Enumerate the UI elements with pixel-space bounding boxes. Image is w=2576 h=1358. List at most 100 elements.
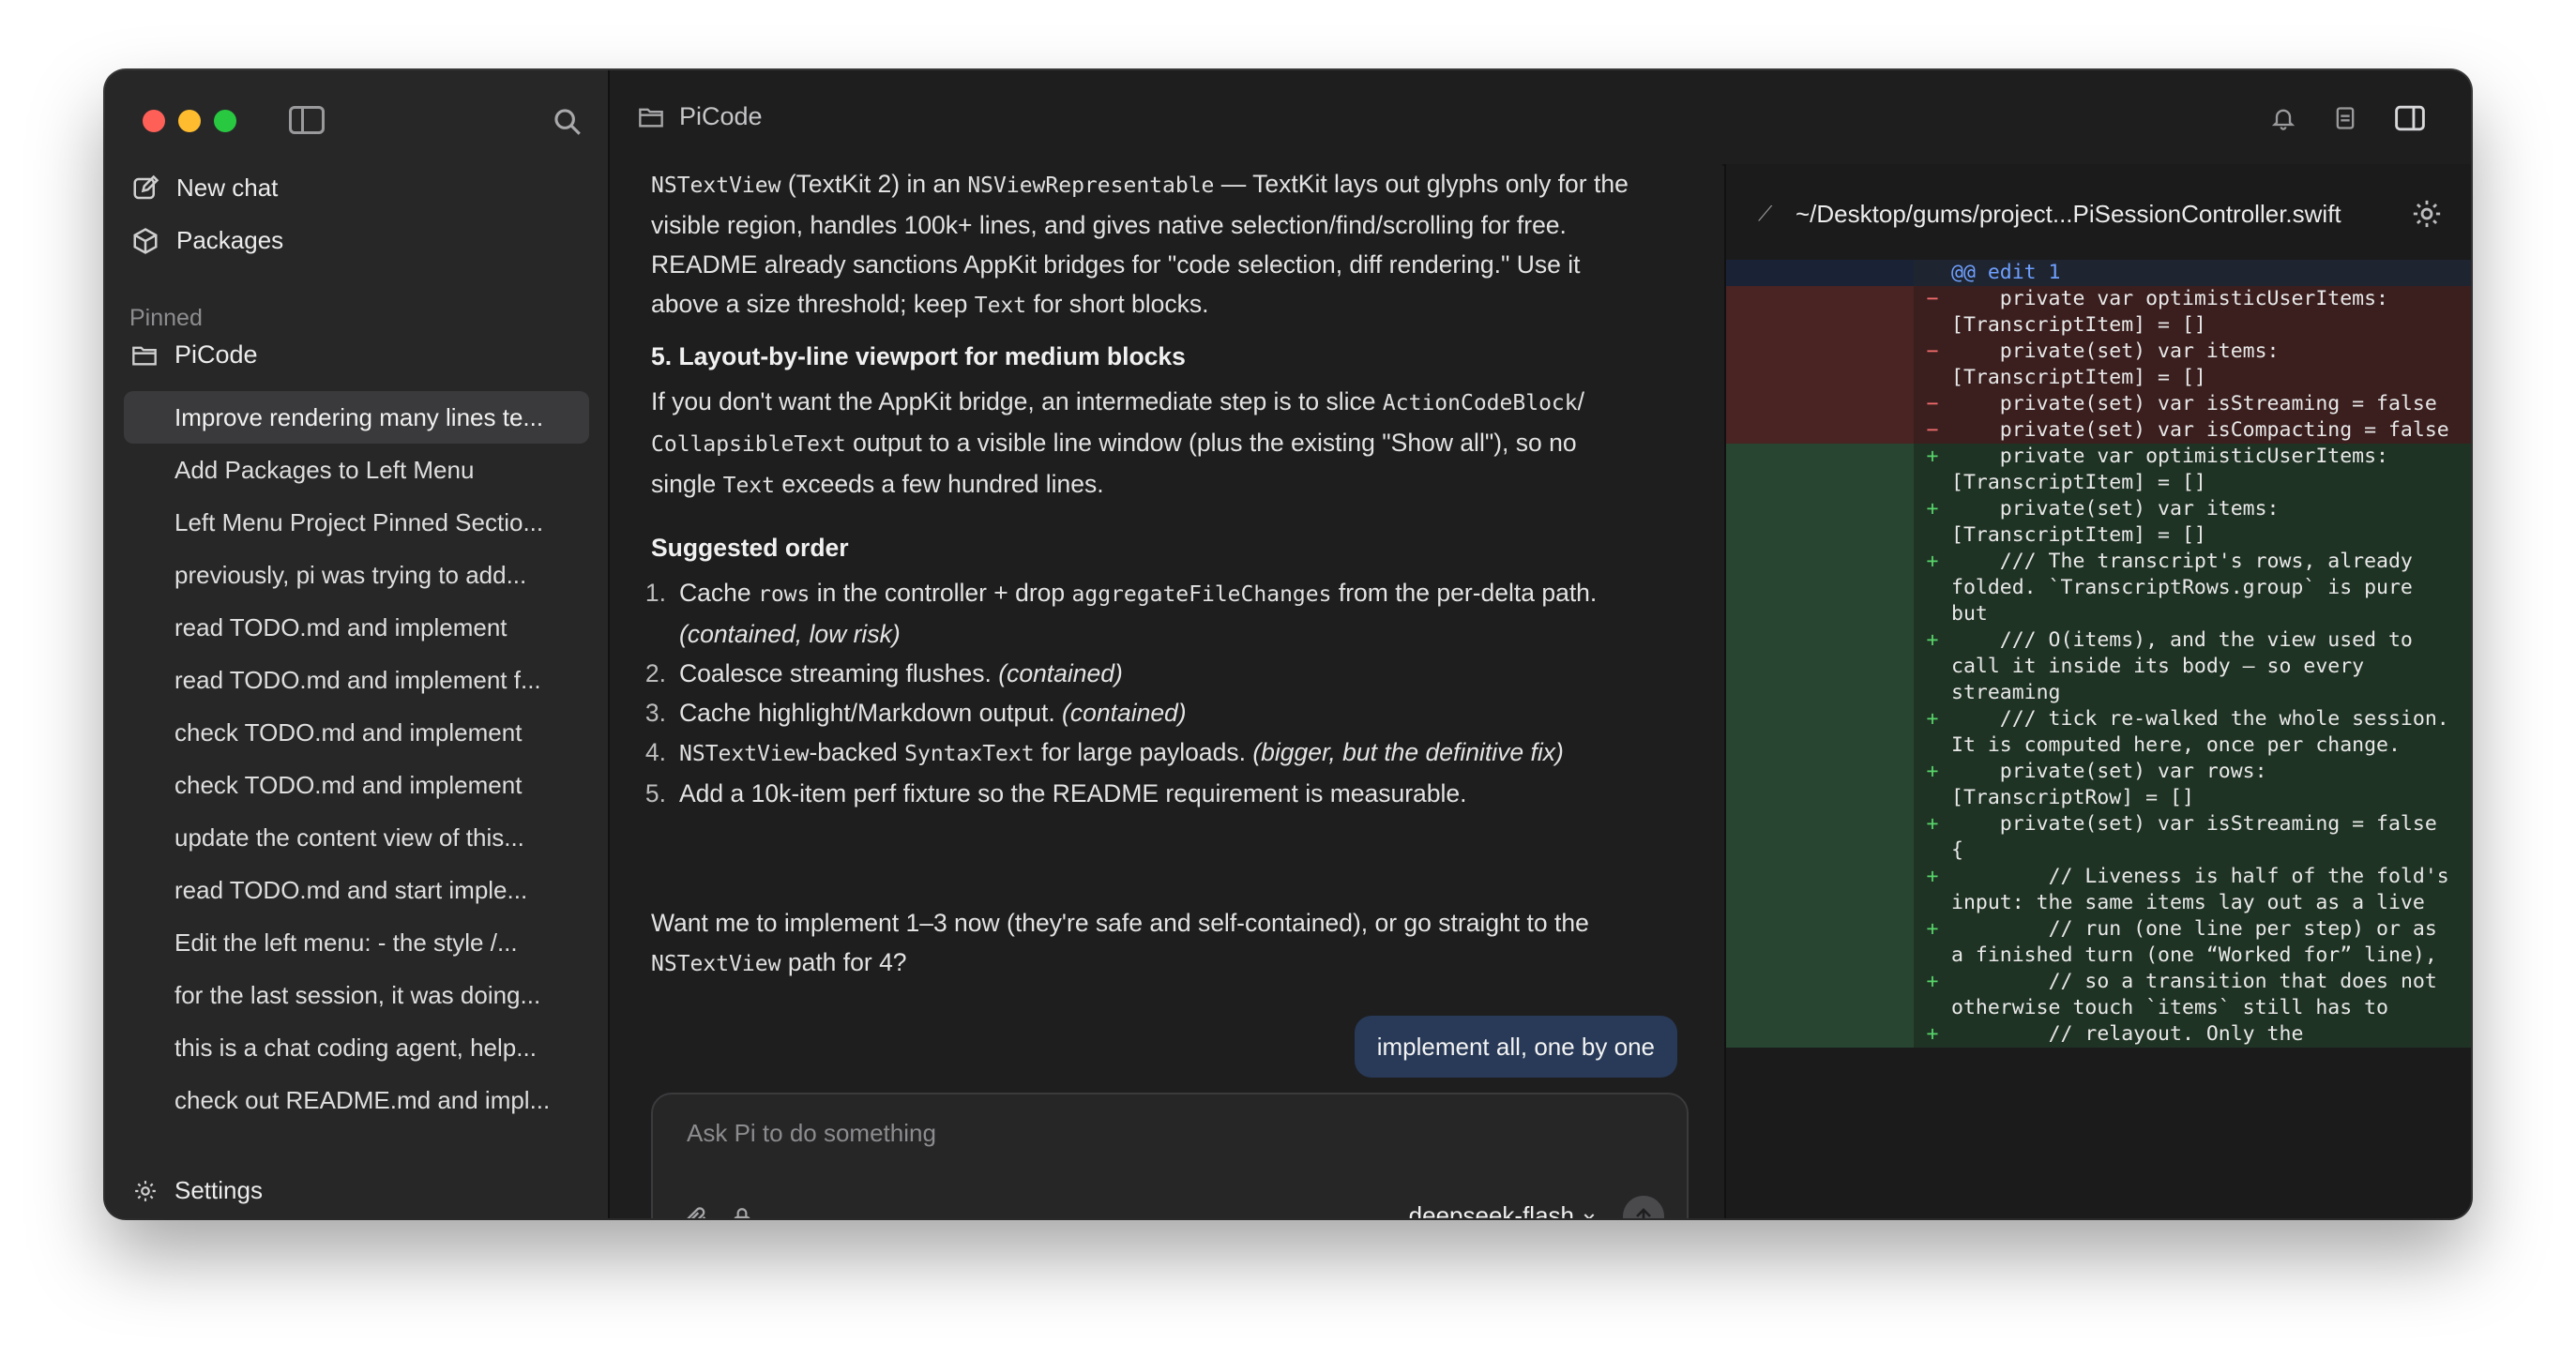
- diff-file-path: ~/Desktop/gums/project...PiSessionContro…: [1796, 200, 2341, 228]
- diff-text: /// tick re-walked the whole session. It…: [1951, 707, 2462, 757]
- message-input[interactable]: Ask Pi to do something: [687, 1119, 936, 1148]
- chat-item[interactable]: read TODO.md and start imple...: [124, 864, 589, 916]
- window-controls: [143, 110, 236, 132]
- minimize-window-button[interactable]: [178, 110, 201, 132]
- chat-item[interactable]: check out README.md and impl...: [124, 1074, 589, 1126]
- diff-sign: +: [1926, 812, 1939, 836]
- diff-gutter: [1726, 391, 1914, 417]
- chat-item[interactable]: this is a chat coding agent, help...: [124, 1021, 589, 1074]
- diff-panel: ⟋ ~/Desktop/gums/project...PiSessionCont…: [1724, 164, 2471, 1218]
- sidebar-toggle-icon[interactable]: [289, 106, 325, 134]
- packages-label: Packages: [176, 226, 284, 254]
- assistant-paragraph: NSTextView (TextKit 2) in an NSViewRepre…: [651, 170, 1629, 318]
- chat-area: NSTextView (TextKit 2) in an NSViewRepre…: [610, 164, 1722, 1218]
- diff-body: @@ edit 1− private var optimisticUserIte…: [1726, 260, 2471, 1218]
- new-chat-button[interactable]: New chat: [131, 174, 278, 203]
- diff-line-add: + private(set) var rows: [TranscriptRow]…: [1726, 759, 2471, 811]
- ordered-list: 1. Cache rows in the controller + drop ag…: [621, 573, 1644, 813]
- diff-sign: +: [1926, 760, 1939, 783]
- diff-gutter: [1726, 286, 1914, 339]
- section-heading: 5. Layout-by-line viewport for medium bl…: [651, 342, 1186, 370]
- user-message-bubble: implement all, one by one: [1354, 1016, 1677, 1078]
- diff-sign: −: [1926, 287, 1939, 310]
- send-button[interactable]: [1623, 1196, 1664, 1218]
- assistant-paragraph: Want me to implement 1–3 now (they're sa…: [651, 909, 1589, 976]
- paperclip-icon[interactable]: [683, 1205, 709, 1218]
- diff-sign: +: [1926, 917, 1939, 941]
- close-window-button[interactable]: [143, 110, 165, 132]
- diff-line-add: + // run (one line per step) or as a fin…: [1726, 916, 2471, 969]
- model-selector[interactable]: deepseek-flash: [1409, 1201, 1597, 1218]
- chat-item[interactable]: read TODO.md and implement f...: [124, 654, 589, 706]
- chat-item[interactable]: update the content view of this...: [124, 811, 589, 864]
- pencil-icon: ⟋: [1758, 202, 1773, 225]
- settings-label: Settings: [174, 1176, 263, 1204]
- diff-text: // run (one line per step) or as a finis…: [1951, 917, 2449, 967]
- folder-icon: [639, 108, 663, 127]
- chat-item[interactable]: read TODO.md and implement: [124, 601, 589, 654]
- list-item: 2. Coalesce streaming flushes. (contained…: [644, 659, 1123, 687]
- chat-item[interactable]: check TODO.md and implement: [124, 706, 589, 759]
- diff-sign: [1914, 260, 1951, 286]
- top-bar: PiCode: [610, 70, 2471, 166]
- diff-line-del: − private var optimisticUserItems: [Tran…: [1726, 286, 2471, 339]
- arrow-up-icon: [1636, 1208, 1651, 1218]
- diff-sign: −: [1926, 418, 1939, 442]
- diff-gutter: [1726, 260, 1914, 286]
- diff-text: private(set) var isStreaming = false {: [1951, 812, 2449, 862]
- list-item: 5. Add a 10k-item perf fixture so the REA…: [644, 779, 1467, 807]
- right-panel-toggle-icon[interactable]: [2394, 104, 2426, 132]
- diff-text: private var optimisticUserItems: [Transc…: [1951, 445, 2401, 494]
- chat-list: Improve rendering many lines te... Add P…: [124, 391, 589, 1126]
- chat-item[interactable]: for the last session, it was doing...: [124, 969, 589, 1021]
- list-item: 4. NSTextView-backed SyntaxText for large…: [644, 738, 1564, 766]
- diff-text: private var optimisticUserItems: [Transc…: [1951, 287, 2401, 337]
- diff-gutter: [1726, 969, 1914, 1021]
- compose-icon: [133, 174, 159, 199]
- gear-icon: [135, 1180, 156, 1201]
- order-heading: Suggested order: [651, 534, 849, 562]
- diff-sign: +: [1926, 865, 1939, 888]
- settings-button[interactable]: Settings: [133, 1176, 263, 1205]
- project-item-picode[interactable]: PiCode: [131, 340, 258, 370]
- document-icon[interactable]: [2332, 104, 2358, 132]
- diff-gutter: [1726, 916, 1914, 969]
- diff-text: // so a transition that does not otherwi…: [1951, 970, 2449, 1019]
- chat-item[interactable]: Edit the left menu: - the style /...: [124, 916, 589, 969]
- diff-line-add: + /// The transcript's rows, already fol…: [1726, 549, 2471, 627]
- app-window: New chat Packages Pinned PiCode Improve …: [105, 70, 2471, 1218]
- diff-text: /// O(items), and the view used to call …: [1951, 628, 2425, 704]
- chat-item[interactable]: Left Menu Project Pinned Sectio...: [124, 496, 589, 549]
- chat-item[interactable]: check TODO.md and implement: [124, 759, 589, 811]
- chat-item[interactable]: Add Packages to Left Menu: [124, 444, 589, 496]
- composer[interactable]: Ask Pi to do something deepseek-flash: [651, 1093, 1689, 1218]
- header-actions: [2270, 104, 2426, 132]
- pinned-section-label: Pinned: [129, 305, 203, 331]
- gear-icon[interactable]: [2411, 198, 2443, 230]
- package-icon: [133, 227, 158, 254]
- diff-line-del: − private(set) var items: [TranscriptIte…: [1726, 339, 2471, 391]
- sidebar: New chat Packages Pinned PiCode Improve …: [105, 70, 610, 1218]
- diff-text: private(set) var isStreaming = false: [1951, 392, 2437, 415]
- folder-icon: [132, 346, 157, 365]
- diff-line-add: + // relayout. Only the: [1726, 1021, 2471, 1048]
- assistant-paragraph: If you don't want the AppKit bridge, an …: [651, 387, 1584, 498]
- diff-sign: −: [1926, 392, 1939, 415]
- diff-text: private(set) var rows: [TranscriptRow] =…: [1951, 760, 2280, 809]
- chat-item[interactable]: previously, pi was trying to add...: [124, 549, 589, 601]
- diff-gutter: [1726, 496, 1914, 549]
- diff-sign: +: [1926, 970, 1939, 993]
- breadcrumb[interactable]: PiCode: [638, 102, 763, 131]
- diff-text: // Liveness is half of the fold's input:…: [1951, 865, 2462, 914]
- diff-gutter: [1726, 759, 1914, 811]
- diff-line-add: + /// tick re-walked the whole session. …: [1726, 706, 2471, 759]
- lock-icon[interactable]: [730, 1205, 754, 1218]
- search-icon[interactable]: [552, 106, 583, 138]
- packages-button[interactable]: Packages: [131, 226, 283, 255]
- diff-text: /// The transcript's rows, already folde…: [1951, 550, 2425, 626]
- diff-gutter: [1726, 1021, 1914, 1048]
- bell-icon[interactable]: [2270, 104, 2296, 132]
- diff-line-add: + // so a transition that does not other…: [1726, 969, 2471, 1021]
- zoom-window-button[interactable]: [214, 110, 236, 132]
- chat-item[interactable]: Improve rendering many lines te...: [124, 391, 589, 444]
